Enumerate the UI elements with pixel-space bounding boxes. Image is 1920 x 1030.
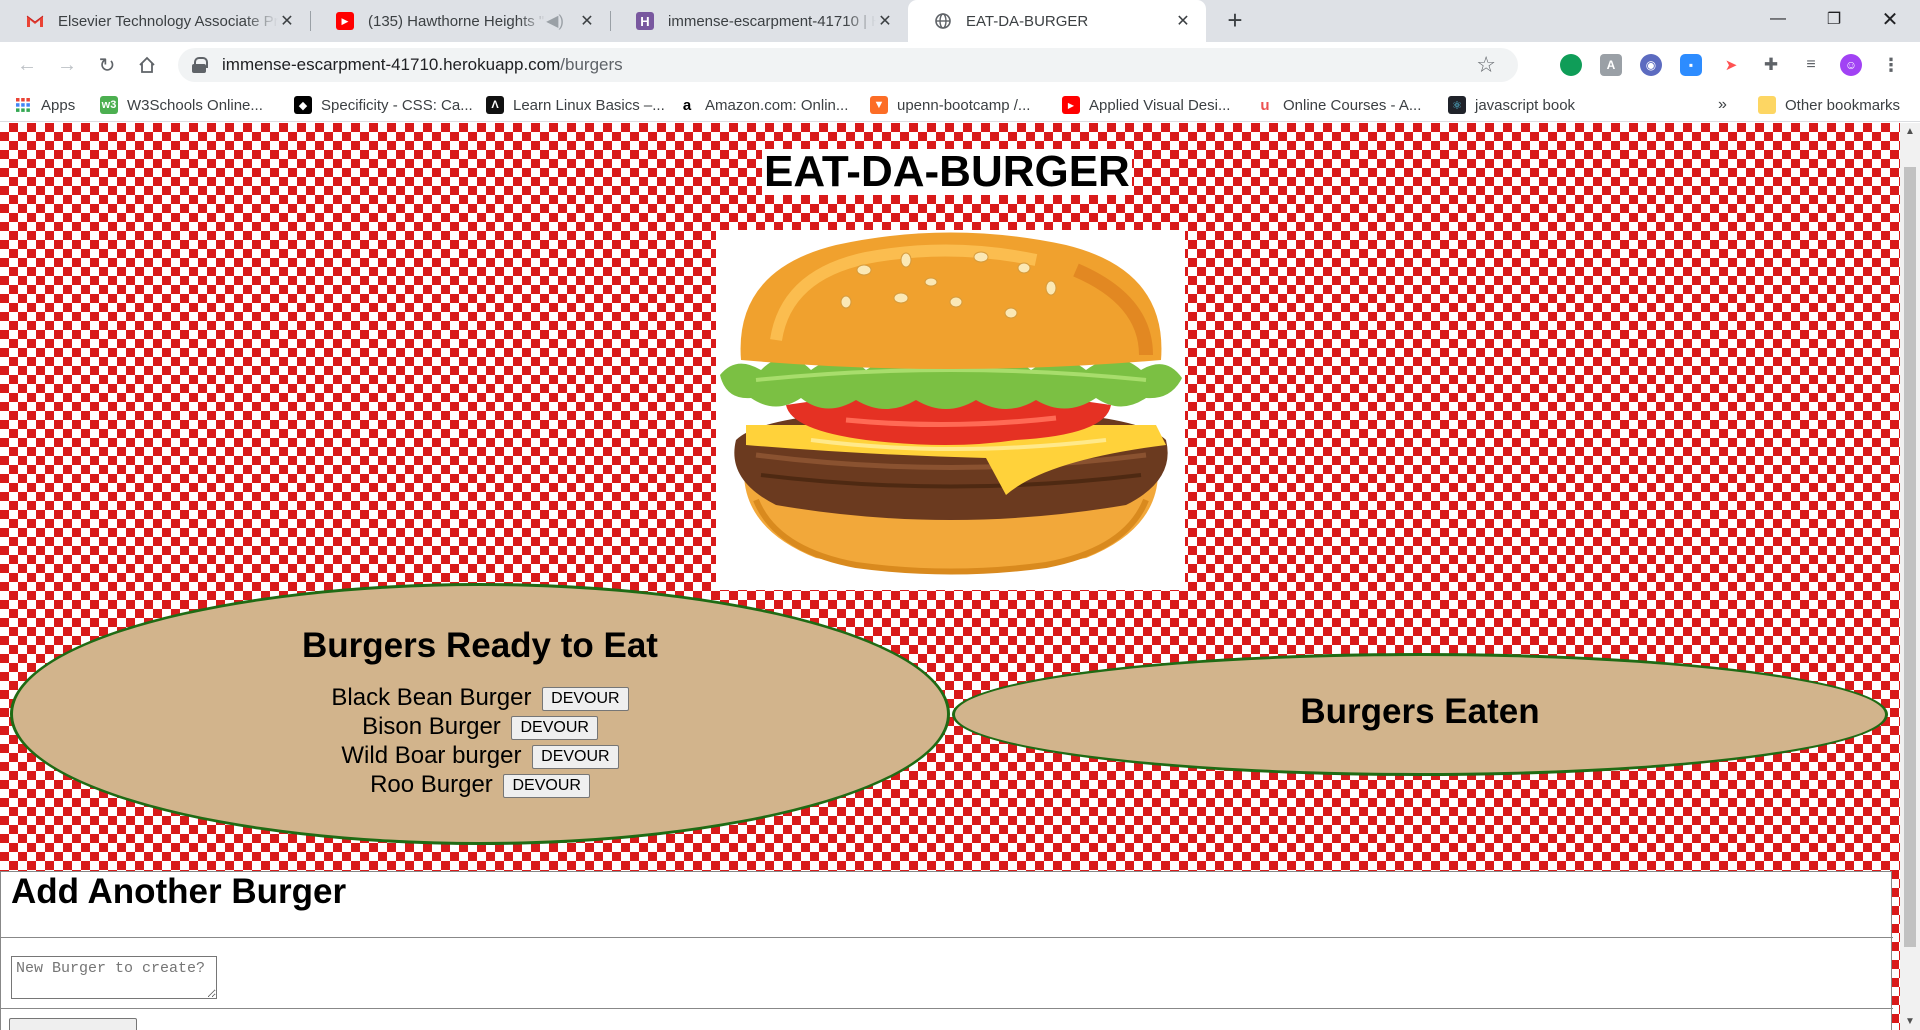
devour-button[interactable]: DEVOUR xyxy=(532,745,619,769)
add-burger-form: Add Another Burger xyxy=(0,871,1893,1030)
lock-icon xyxy=(192,57,208,73)
udemy-icon: u xyxy=(1256,96,1274,114)
scroll-down-arrow-icon[interactable]: ▼ xyxy=(1905,1016,1915,1027)
bookmark-javascript-book[interactable]: ⚛ javascript book xyxy=(1448,94,1575,116)
bookmark-linux[interactable]: Λ Learn Linux Basics –... xyxy=(486,94,665,116)
address-bar[interactable]: immense-escarpment-41710.herokuapp.com/b… xyxy=(178,48,1518,82)
gmail-icon xyxy=(26,12,44,30)
ready-burgers-panel: Burgers Ready to Eat Black Bean Burger D… xyxy=(10,583,950,845)
devour-button[interactable]: DEVOUR xyxy=(503,774,590,798)
puzzle-icon[interactable]: ✚ xyxy=(1760,54,1782,76)
browser-toolbar: ← → ↻ immense-escarpment-41710.herokuapp… xyxy=(0,42,1920,88)
list-item: Roo Burger DEVOUR xyxy=(13,770,947,799)
other-bookmarks[interactable]: Other bookmarks xyxy=(1758,94,1900,116)
list-item: Black Bean Burger DEVOUR xyxy=(13,683,947,712)
burger-name: Black Bean Burger xyxy=(331,684,532,711)
list-item: Bison Burger DEVOUR xyxy=(13,712,947,741)
url-path: /burgers xyxy=(560,55,623,74)
devour-button[interactable]: DEVOUR xyxy=(542,687,629,711)
close-window-button[interactable]: ✕ xyxy=(1862,0,1918,38)
new-tab-button[interactable]: + xyxy=(1220,6,1250,36)
zoom-extension-icon[interactable]: ▪ xyxy=(1680,54,1702,76)
page-title: EAT-DA-BURGER xyxy=(762,147,1132,196)
devour-button[interactable]: DEVOUR xyxy=(511,716,598,740)
eaten-heading: Burgers Eaten xyxy=(1300,692,1540,731)
youtube-icon: ▶ xyxy=(336,12,354,30)
avatar[interactable]: ☺ xyxy=(1840,54,1862,76)
globe-icon xyxy=(934,12,952,30)
react-icon: ⚛ xyxy=(1448,96,1466,114)
list-item: Wild Boar burger DEVOUR xyxy=(13,741,947,770)
scroll-up-arrow-icon[interactable]: ▲ xyxy=(1905,126,1915,137)
divider xyxy=(1,937,1893,938)
close-tab-icon[interactable]: ✕ xyxy=(1174,11,1192,31)
bookmarks-bar: Apps w3 W3Schools Online... ◆ Specificit… xyxy=(0,88,1920,122)
bookmark-w3schools[interactable]: w3 W3Schools Online... xyxy=(100,94,263,116)
linux-icon: Λ xyxy=(486,96,504,114)
scrollbar-thumb[interactable] xyxy=(1904,167,1916,947)
eaten-burgers-panel: Burgers Eaten xyxy=(952,653,1888,776)
burger-name: Roo Burger xyxy=(370,771,493,798)
tab-strip: Elsevier Technology Associate Pro ✕ ▶ (1… xyxy=(0,0,1920,42)
extension-gray-icon[interactable]: A xyxy=(1600,54,1622,76)
bookmark-gitlab[interactable]: ▼ upenn-bootcamp /... xyxy=(870,94,1030,116)
tab-gmail[interactable]: Elsevier Technology Associate Pro ✕ xyxy=(0,0,310,42)
w3schools-icon: w3 xyxy=(100,96,118,114)
restore-button[interactable]: ❐ xyxy=(1806,0,1862,38)
page-scrollbar[interactable]: ▲ ▼ xyxy=(1900,123,1920,1030)
divider xyxy=(1,1008,1893,1009)
new-burger-input[interactable] xyxy=(11,956,217,999)
close-tab-icon[interactable]: ✕ xyxy=(578,11,596,31)
mdn-icon: ◆ xyxy=(294,96,312,114)
submit-button[interactable] xyxy=(9,1018,137,1030)
media-queue-icon[interactable]: ≡ xyxy=(1800,54,1822,76)
bookmark-online-courses[interactable]: u Online Courses - A... xyxy=(1256,94,1421,116)
ready-burger-list: Black Bean Burger DEVOUR Bison Burger DE… xyxy=(13,683,947,799)
apps-grid-icon xyxy=(14,96,32,114)
close-tab-icon[interactable]: ✕ xyxy=(278,11,296,31)
burger-name: Wild Boar burger xyxy=(341,742,522,769)
folder-icon xyxy=(1758,96,1776,114)
forward-button[interactable]: → xyxy=(52,50,82,80)
extension-green-icon[interactable] xyxy=(1560,54,1582,76)
bookmark-star-icon[interactable]: ☆ xyxy=(1476,52,1496,78)
reload-button[interactable]: ↻ xyxy=(92,50,122,80)
extension-owl-icon[interactable]: ◉ xyxy=(1640,54,1662,76)
burger-image xyxy=(716,230,1185,590)
url-host: immense-escarpment-41710.herokuapp.com xyxy=(222,55,561,74)
ready-heading: Burgers Ready to Eat xyxy=(302,626,658,665)
burger-illustration xyxy=(720,232,1182,575)
close-tab-icon[interactable]: ✕ xyxy=(876,11,894,31)
bookmark-specificity[interactable]: ◆ Specificity - CSS: Ca... xyxy=(294,94,473,116)
tab-eat-da-burger[interactable]: EAT-DA-BURGER ✕ xyxy=(908,0,1206,42)
bookmark-amazon[interactable]: a Amazon.com: Onlin... xyxy=(678,94,848,116)
page-viewport: EAT-DA-BURGER Burgers Ready to Eat Black… xyxy=(0,123,1900,1030)
heroku-icon: H xyxy=(636,12,654,30)
home-button[interactable] xyxy=(132,50,162,80)
bookmarks-overflow-button[interactable]: » xyxy=(1718,94,1727,116)
speaker-icon[interactable]: ◀) xyxy=(546,11,564,31)
tab-youtube[interactable]: ▶ (135) Hawthorne Heights "Pi ◀) ✕ xyxy=(310,0,610,42)
gitlab-icon: ▼ xyxy=(870,96,888,114)
menu-kebab-icon[interactable]: ⋮ xyxy=(1880,54,1902,76)
bookmark-apps[interactable]: Apps xyxy=(14,94,75,116)
back-button[interactable]: ← xyxy=(12,50,42,80)
home-icon xyxy=(139,56,155,73)
minimize-button[interactable]: — xyxy=(1750,0,1806,38)
add-heading: Add Another Burger xyxy=(11,872,347,911)
burger-name: Bison Burger xyxy=(362,713,501,740)
bookmark-applied-visual[interactable]: ▶ Applied Visual Desi... xyxy=(1062,94,1230,116)
amazon-icon: a xyxy=(678,96,696,114)
extension-arrow-icon[interactable]: ➤ xyxy=(1720,54,1742,76)
tab-heroku[interactable]: H immense-escarpment-41710 | He ✕ xyxy=(610,0,908,42)
youtube-icon: ▶ xyxy=(1062,96,1080,114)
